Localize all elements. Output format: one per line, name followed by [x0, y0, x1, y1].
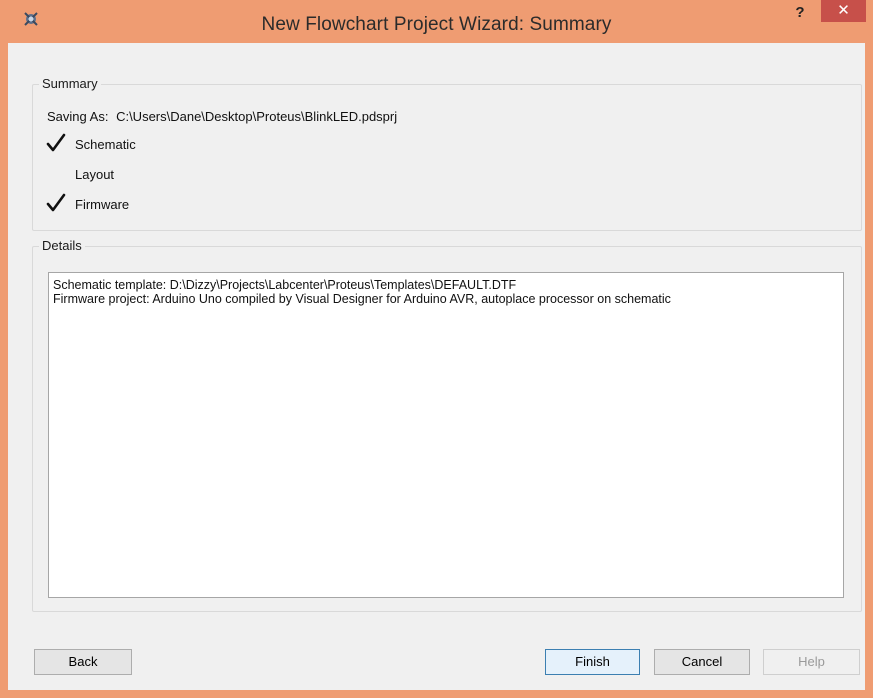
details-line-firmware: Firmware project: Arduino Uno compiled b… — [53, 292, 671, 306]
window-title: New Flowchart Project Wizard: Summary — [261, 14, 612, 35]
summary-item-schematic: Schematic — [75, 137, 136, 152]
saving-as-row: Saving As: C:\Users\Dane\Desktop\Proteus… — [47, 109, 397, 124]
saving-as-path: C:\Users\Dane\Desktop\Proteus\BlinkLED.p… — [116, 109, 398, 124]
back-button[interactable]: Back — [34, 649, 132, 675]
summary-legend: Summary — [39, 76, 101, 91]
finish-button[interactable]: Finish — [545, 649, 640, 675]
firmware-check-icon — [46, 193, 66, 212]
title-bar[interactable]: New Flowchart Project Wizard: Summary ? … — [0, 0, 873, 43]
dialog-client: Summary Saving As: C:\Users\Dane\Desktop… — [8, 43, 865, 690]
summary-item-firmware: Firmware — [75, 197, 130, 212]
details-line-template: Schematic template: D:\Dizzy\Projects\La… — [53, 278, 517, 292]
close-button[interactable]: ✕ — [821, 0, 866, 22]
details-legend: Details — [39, 238, 85, 253]
help-button[interactable]: Help — [763, 649, 860, 675]
wizard-window: New Flowchart Project Wizard: Summary ? … — [0, 0, 873, 698]
details-textarea[interactable]: Schematic template: D:\Dizzy\Projects\La… — [48, 272, 844, 598]
details-group: Details Schematic template: D:\Dizzy\Pro… — [32, 238, 862, 612]
cancel-button[interactable]: Cancel — [654, 649, 750, 675]
saving-as-label: Saving As: — [47, 109, 109, 124]
help-title-button[interactable]: ? — [787, 4, 813, 26]
schematic-check-icon — [46, 133, 66, 152]
summary-item-layout: Layout — [75, 167, 115, 182]
summary-group: Summary Saving As: C:\Users\Dane\Desktop… — [32, 76, 862, 231]
